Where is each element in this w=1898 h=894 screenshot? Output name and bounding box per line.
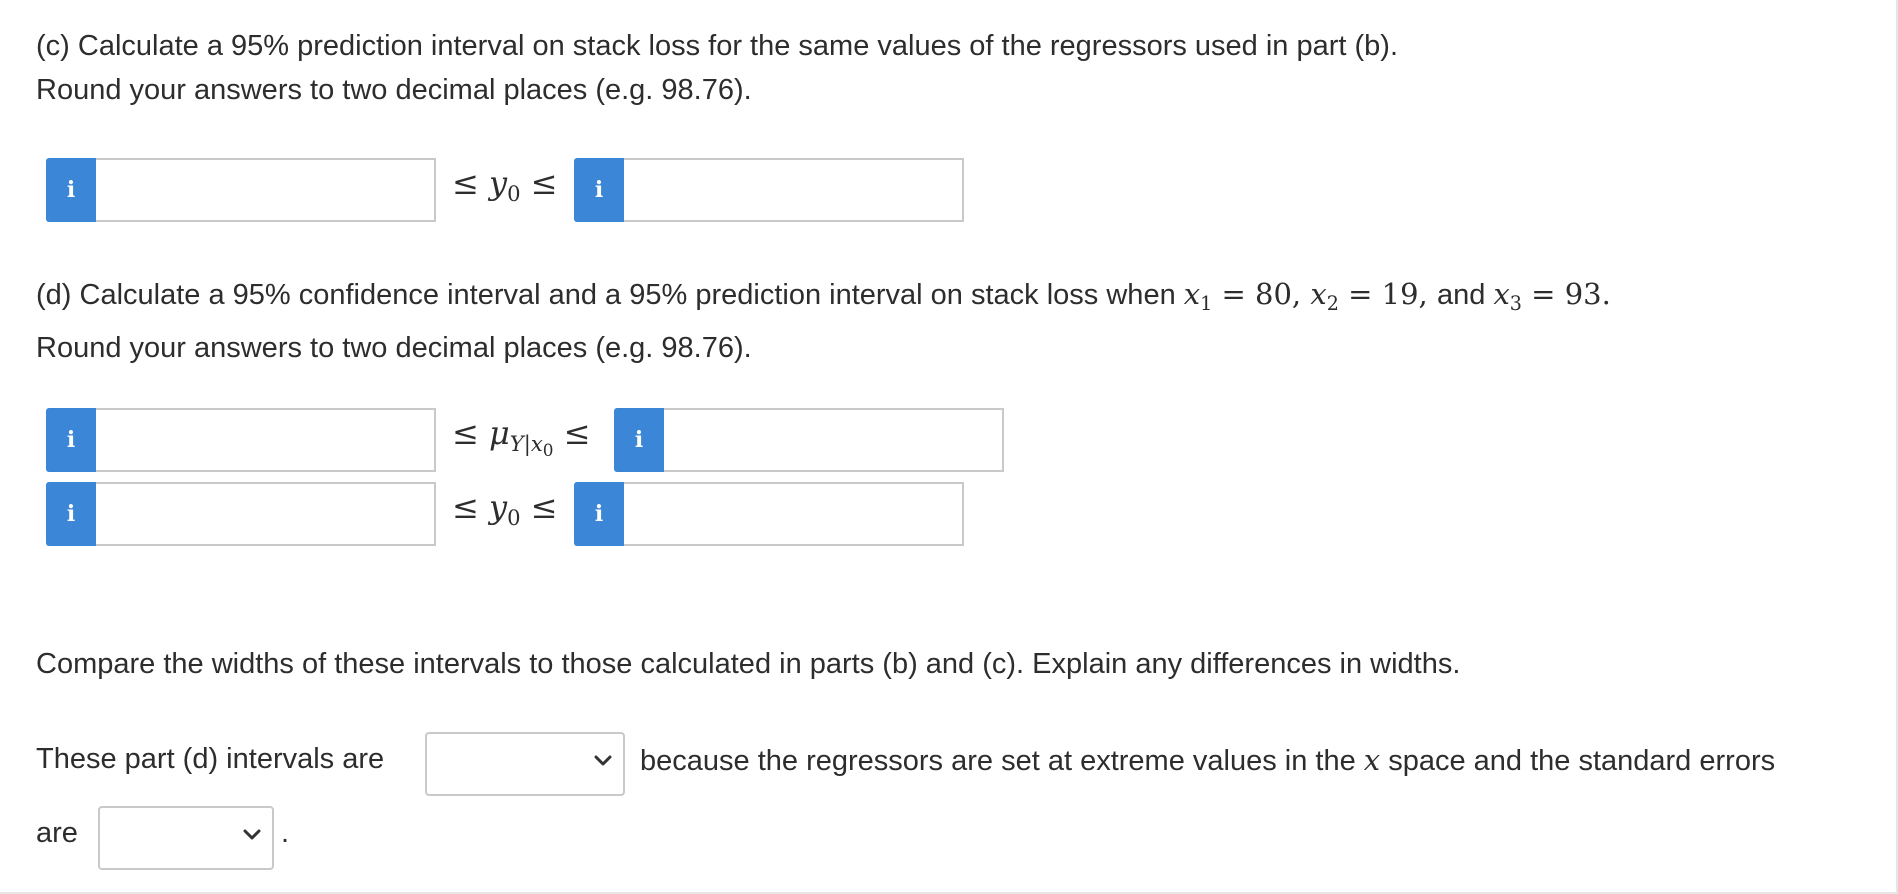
question-panel: (c) Calculate a 95% prediction interval … — [0, 0, 1898, 894]
var-x2: x — [1310, 277, 1327, 311]
eq-x3: = 93. — [1521, 277, 1611, 311]
chevron-down-icon — [594, 755, 612, 766]
eq-x2: = 19, — [1338, 277, 1437, 311]
compare-instructions: Compare the widths of these intervals to… — [36, 648, 1461, 680]
relation-y0: ≤ y0 ≤ — [452, 164, 558, 206]
part-c-instructions: (c) Calculate a 95% prediction interval … — [36, 24, 1398, 112]
part-d-line2: Round your answers to two decimal places… — [36, 332, 752, 365]
part-d-ci-upper-input[interactable] — [664, 408, 1004, 472]
part-c-lower-bound-input[interactable] — [96, 158, 436, 222]
info-icon[interactable]: i — [574, 158, 624, 222]
standard-errors-select[interactable] — [98, 806, 274, 870]
var-x1: x — [1183, 277, 1201, 311]
info-icon[interactable]: i — [46, 482, 96, 546]
sentence-middle: because the regressors are set at extrem… — [640, 743, 1776, 777]
var-x: x — [1363, 743, 1381, 777]
part-d-ci-lower-input[interactable] — [96, 408, 436, 472]
chevron-down-icon — [243, 829, 261, 840]
and-word: and — [1436, 279, 1494, 311]
part-d-pi-lower-input[interactable] — [96, 482, 436, 546]
part-c-line2: Round your answers to two decimal places… — [36, 74, 752, 106]
sentence-prefix: These part (d) intervals are — [36, 743, 385, 775]
part-c-prediction-interval-row: i ≤ y0 ≤ i — [46, 158, 966, 222]
var-x3: x — [1493, 277, 1510, 311]
relation-y0: ≤ y0 ≤ — [452, 488, 558, 530]
info-icon[interactable]: i — [46, 408, 96, 472]
relation-mu-y-x0: ≤ μY|x0 ≤ — [452, 414, 591, 460]
part-c-upper-bound-input[interactable] — [624, 158, 964, 222]
info-icon[interactable]: i — [574, 482, 624, 546]
part-d-line1: (d) Calculate a 95% confidence interval … — [36, 277, 1611, 316]
part-d-instructions: (d) Calculate a 95% confidence interval … — [36, 272, 1611, 370]
part-c-line1: (c) Calculate a 95% prediction interval … — [36, 30, 1399, 62]
info-icon[interactable]: i — [46, 158, 96, 222]
part-d-prediction-interval-row: i ≤ y0 ≤ i — [46, 482, 966, 546]
width-comparison-select[interactable] — [425, 732, 625, 796]
sentence-are: are — [36, 817, 78, 849]
sentence-end: . — [281, 817, 290, 849]
part-d-line1-prefix: (d) Calculate a 95% confidence interval … — [36, 279, 1176, 311]
part-d-pi-upper-input[interactable] — [624, 482, 964, 546]
eq-x1: = 80, — [1212, 277, 1311, 311]
part-d-confidence-interval-row: i ≤ μY|x0 ≤ i — [46, 408, 1006, 472]
info-icon[interactable]: i — [614, 408, 664, 472]
